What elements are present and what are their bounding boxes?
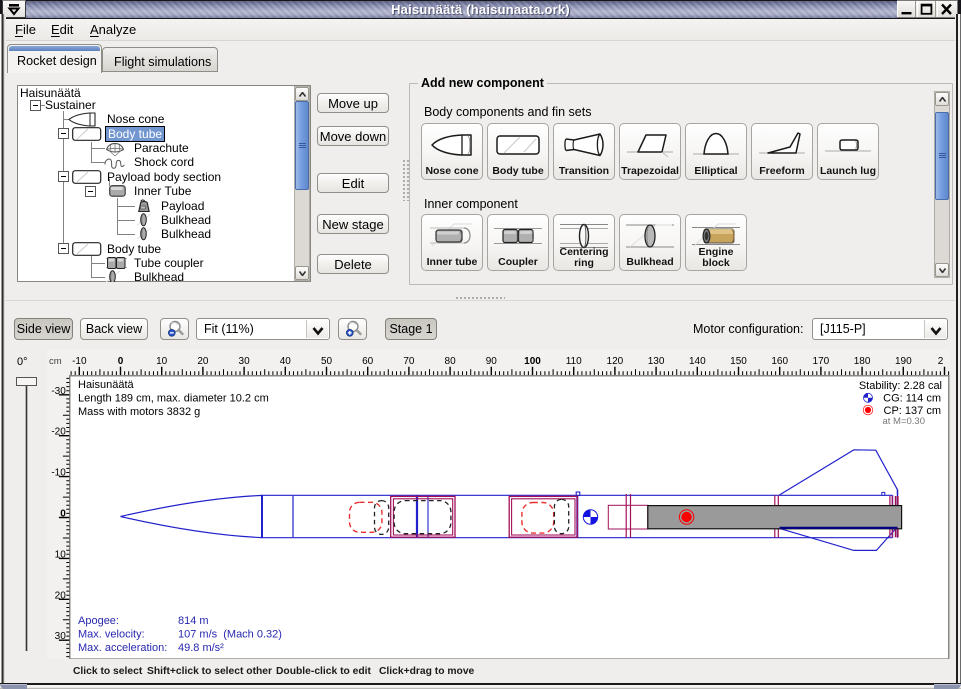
svg-text:90: 90 [486, 356, 498, 367]
svg-text:50: 50 [321, 356, 333, 367]
svg-text:814 m: 814 m [178, 615, 209, 627]
svg-text:Haisunäätä: Haisunäätä [78, 379, 135, 391]
svg-text:70: 70 [403, 356, 415, 367]
svg-text:190: 190 [895, 356, 912, 367]
svg-text:140: 140 [689, 356, 706, 367]
svg-text:40: 40 [280, 356, 292, 367]
svg-text:Max. velocity:: Max. velocity: [78, 629, 145, 641]
svg-text:Stability: 2.28 cal: Stability: 2.28 cal [859, 380, 942, 392]
svg-text:-10: -10 [72, 356, 87, 367]
svg-text:180: 180 [854, 356, 871, 367]
svg-text:110: 110 [566, 356, 582, 367]
svg-text:150: 150 [730, 356, 747, 367]
svg-text:10: 10 [55, 549, 67, 560]
svg-text:Apogee:: Apogee: [78, 615, 119, 627]
svg-text:Max. acceleration:: Max. acceleration: [78, 642, 167, 654]
svg-text:Mass with motors 3832 g: Mass with motors 3832 g [78, 406, 200, 418]
svg-text:0: 0 [118, 356, 124, 367]
svg-text:49.8 m/s²: 49.8 m/s² [178, 642, 224, 654]
svg-text:170: 170 [813, 356, 830, 367]
svg-text:0: 0 [60, 509, 66, 520]
svg-text:at M=0.30: at M=0.30 [882, 416, 925, 427]
svg-text:20: 20 [55, 590, 67, 601]
svg-text:Length 189 cm, max. diameter 1: Length 189 cm, max. diameter 10.2 cm [78, 393, 269, 405]
svg-text:2: 2 [938, 356, 944, 367]
svg-text:100: 100 [524, 356, 541, 367]
svg-text:CG: 114 cm: CG: 114 cm [883, 393, 941, 405]
svg-text:-30: -30 [51, 386, 66, 397]
svg-text:20: 20 [197, 356, 209, 367]
svg-text:80: 80 [445, 356, 457, 367]
svg-text:30: 30 [55, 631, 67, 642]
svg-text:10: 10 [156, 356, 168, 367]
svg-text:-20: -20 [51, 427, 66, 438]
svg-text:120: 120 [607, 356, 624, 367]
svg-text:160: 160 [771, 356, 788, 367]
svg-text:107 m/s (Mach 0.32): 107 m/s (Mach 0.32) [178, 629, 282, 641]
svg-text:0°: 0° [17, 356, 28, 368]
svg-text:-10: -10 [51, 468, 66, 479]
svg-text:60: 60 [362, 356, 374, 367]
svg-text:30: 30 [239, 356, 251, 367]
svg-text:cm: cm [49, 356, 62, 367]
svg-text:130: 130 [648, 356, 665, 367]
